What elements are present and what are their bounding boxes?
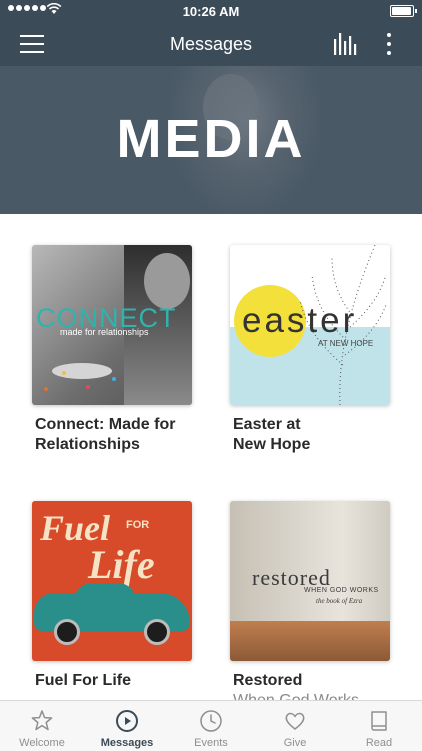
card-title-line: Fuel For Life: [35, 672, 131, 689]
media-card-restored[interactable]: restored WHEN GOD WORKS the book of Ezra…: [230, 501, 392, 711]
more-options-icon[interactable]: [384, 31, 394, 57]
artwork-title: Life: [88, 542, 155, 587]
artwork-spark: [44, 387, 48, 391]
audio-bars-icon[interactable]: [333, 33, 357, 55]
card-title[interactable]: Connect: Made for Relationships: [32, 415, 194, 455]
media-card-easter[interactable]: easter AT NEW HOPE Easter at New Hope: [230, 245, 392, 455]
status-time: 10:26 AM: [182, 4, 240, 19]
navigation-bar: Messages: [0, 22, 422, 66]
tab-bar: Welcome Messages Events Give Read: [0, 700, 422, 751]
artwork-subtitle: WHEN GOD WORKS: [304, 587, 379, 594]
tab-label: Read: [365, 737, 393, 749]
series-artwork[interactable]: CONNECT made for relationships: [32, 245, 192, 405]
tab-label: Events: [194, 737, 228, 749]
media-card-connect[interactable]: CONNECT made for relationships Connect: …: [32, 245, 194, 455]
series-artwork[interactable]: restored WHEN GOD WORKS the book of Ezra: [230, 501, 390, 661]
series-artwork[interactable]: Fuel FOR Life: [32, 501, 192, 661]
card-title[interactable]: Fuel For Life: [32, 671, 194, 691]
tab-give[interactable]: Give: [253, 701, 337, 751]
status-bar: 10:26 AM: [0, 0, 422, 22]
tab-label: Give: [283, 737, 307, 749]
page-title: Messages: [169, 34, 253, 54]
book-icon: [371, 711, 387, 731]
star-icon: [31, 710, 53, 731]
card-title-line: Easter at: [233, 416, 301, 433]
clock-icon: [200, 710, 222, 732]
artwork-plate: [52, 363, 112, 379]
artwork-spark: [86, 385, 90, 389]
tab-label: Welcome: [19, 737, 65, 749]
card-title-line: Restored: [233, 672, 303, 689]
media-grid: CONNECT made for relationships Connect: …: [0, 214, 422, 709]
artwork-wheel: [144, 619, 170, 645]
series-artwork[interactable]: easter AT NEW HOPE: [230, 245, 390, 405]
artwork-spark: [62, 371, 66, 375]
hero-banner: MEDIA: [0, 66, 422, 214]
artwork-wall: [230, 501, 390, 621]
tab-events[interactable]: Events: [169, 701, 253, 751]
artwork-figure-head: [144, 253, 190, 309]
artwork-subtitle: AT NEW HOPE: [318, 339, 374, 348]
tab-messages[interactable]: Messages: [85, 701, 169, 751]
artwork-floor: [230, 621, 390, 661]
heart-icon: [285, 712, 305, 730]
battery-icon: [390, 5, 417, 17]
tab-welcome[interactable]: Welcome: [0, 701, 84, 751]
play-circle-icon: [116, 710, 138, 732]
artwork-spark: [112, 377, 116, 381]
media-card-fuel-for-life[interactable]: Fuel FOR Life Fuel For Life: [32, 501, 194, 691]
card-title-line: New Hope: [233, 436, 311, 453]
tab-read[interactable]: Read: [337, 701, 421, 751]
artwork-wheel: [54, 619, 80, 645]
card-title-line: Relationships: [35, 436, 140, 453]
artwork-subtitle: the book of Ezra: [316, 597, 363, 605]
artwork-title-connector: FOR: [126, 519, 150, 531]
tab-label: Messages: [100, 737, 154, 749]
artwork-title: easter: [242, 301, 358, 340]
hero-title: MEDIA: [116, 109, 306, 169]
card-title[interactable]: Easter at New Hope: [230, 415, 392, 455]
card-title-line: Connect: Made for: [35, 416, 176, 433]
artwork-subtitle: made for relationships: [60, 327, 149, 337]
